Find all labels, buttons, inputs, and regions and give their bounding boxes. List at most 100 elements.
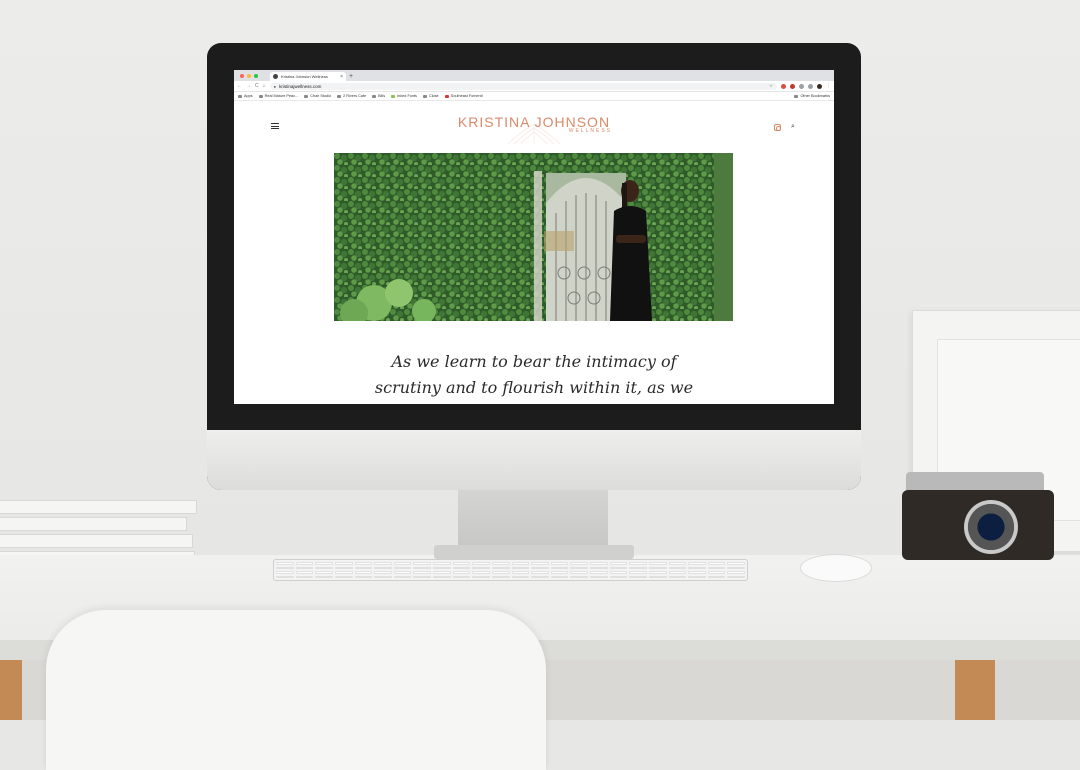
keyboard-key[interactable]	[648, 566, 667, 569]
keyboard-key[interactable]	[609, 571, 628, 574]
keyboard-key[interactable]	[374, 566, 392, 569]
keyboard-key[interactable]	[531, 562, 549, 565]
keyboard-key[interactable]	[354, 575, 373, 578]
keyboard-key[interactable]	[629, 575, 647, 578]
keyboard-key[interactable]	[295, 571, 314, 574]
keyboard-key[interactable]	[609, 566, 628, 569]
keyboard-key[interactable]	[707, 571, 726, 574]
bookmark-item[interactable]: Southeast Fomentl	[444, 94, 483, 98]
keyboard-key[interactable]	[727, 575, 745, 578]
keyboard-key[interactable]	[393, 571, 412, 574]
extension-icon[interactable]	[799, 83, 804, 89]
back-button[interactable]: ←	[237, 83, 242, 89]
keyboard-key[interactable]	[727, 566, 745, 569]
browser-menu-icon[interactable]: ⋮	[826, 83, 831, 89]
new-tab-button[interactable]: +	[349, 72, 353, 81]
keyboard-key[interactable]	[452, 575, 471, 578]
keyboard-key[interactable]	[334, 575, 353, 578]
keyboard-key[interactable]	[707, 575, 726, 578]
keyboard-key[interactable]	[374, 575, 392, 578]
keyboard-key[interactable]	[472, 566, 490, 569]
keyboard-key[interactable]	[491, 571, 510, 574]
keyboard-key[interactable]	[727, 562, 745, 565]
keyboard-key[interactable]	[393, 566, 412, 569]
keyboard-key[interactable]	[668, 566, 687, 569]
keyboard-key[interactable]	[570, 562, 588, 565]
keyboard-key[interactable]	[570, 575, 588, 578]
bookmark-star-icon[interactable]: ☆	[769, 83, 773, 89]
keyboard-key[interactable]	[688, 566, 706, 569]
keyboard-key[interactable]	[688, 571, 706, 574]
keyboard-key[interactable]	[433, 562, 451, 565]
search-icon[interactable]: ⌕	[791, 123, 795, 131]
keyboard-key[interactable]	[315, 575, 333, 578]
keyboard-key[interactable]	[570, 571, 588, 574]
extension-icon[interactable]	[790, 83, 795, 89]
keyboard-key[interactable]	[550, 571, 569, 574]
keyboard-key[interactable]	[374, 571, 392, 574]
keyboard-key[interactable]	[648, 575, 667, 578]
keyboard-key[interactable]	[472, 571, 490, 574]
bookmark-item[interactable]: Inked Fonts	[391, 94, 417, 98]
minimize-window-button[interactable]	[247, 73, 251, 78]
keyboard-key[interactable]	[433, 575, 451, 578]
keyboard-key[interactable]	[354, 566, 373, 569]
keyboard-key[interactable]	[609, 575, 628, 578]
keyboard-key[interactable]	[491, 562, 510, 565]
extension-icon[interactable]	[808, 83, 813, 89]
keyboard-key[interactable]	[295, 575, 314, 578]
site-logo[interactable]: KRISTINA JOHNSON WELLNESS	[434, 114, 634, 144]
keyboard-key[interactable]	[315, 566, 333, 569]
keyboard-key[interactable]	[609, 562, 628, 565]
keyboard-key[interactable]	[315, 562, 333, 565]
keyboard-key[interactable]	[511, 575, 530, 578]
keyboard-key[interactable]	[629, 566, 647, 569]
address-bar[interactable]: ● kristinajwellness.com ☆	[269, 82, 777, 90]
keyboard-key[interactable]	[452, 566, 471, 569]
keyboard-key[interactable]	[334, 562, 353, 565]
keyboard-key[interactable]	[688, 575, 706, 578]
other-bookmarks[interactable]: Other Bookmarks	[794, 94, 830, 98]
keyboard-key[interactable]	[668, 571, 687, 574]
bookmark-item[interactable]: Bills	[372, 94, 385, 98]
keyboard-key[interactable]	[707, 566, 726, 569]
instagram-icon[interactable]	[774, 124, 781, 131]
keyboard-key[interactable]	[590, 566, 608, 569]
keyboard-key[interactable]	[276, 562, 294, 565]
bookmark-item[interactable]: Apps	[238, 94, 253, 98]
mouse[interactable]	[800, 554, 872, 582]
keyboard-key[interactable]	[550, 575, 569, 578]
bookmark-item[interactable]: Chair Studio	[304, 94, 331, 98]
keyboard-key[interactable]	[452, 562, 471, 565]
home-button[interactable]: ⌂	[263, 83, 266, 89]
keyboard-key[interactable]	[472, 575, 490, 578]
keyboard-key[interactable]	[629, 562, 647, 565]
close-window-button[interactable]	[240, 73, 244, 78]
keyboard-key[interactable]	[511, 571, 530, 574]
keyboard-key[interactable]	[413, 562, 431, 565]
keyboard-key[interactable]	[590, 562, 608, 565]
hamburger-menu-icon[interactable]	[271, 123, 279, 129]
keyboard-key[interactable]	[393, 575, 412, 578]
keyboard-key[interactable]	[413, 571, 431, 574]
keyboard-key[interactable]	[590, 575, 608, 578]
tab-close-icon[interactable]: ×	[340, 74, 343, 80]
keyboard-key[interactable]	[491, 575, 510, 578]
keyboard-key[interactable]	[648, 562, 667, 565]
keyboard-key[interactable]	[374, 562, 392, 565]
keyboard-key[interactable]	[688, 562, 706, 565]
keyboard-key[interactable]	[452, 571, 471, 574]
bookmark-item[interactable]: Real Mature Peac...	[258, 94, 298, 98]
keyboard-key[interactable]	[413, 575, 431, 578]
keyboard-key[interactable]	[668, 575, 687, 578]
keyboard-key[interactable]	[590, 571, 608, 574]
forward-button[interactable]: →	[246, 83, 251, 89]
keyboard-key[interactable]	[550, 562, 569, 565]
keyboard-key[interactable]	[334, 571, 353, 574]
keyboard-key[interactable]	[315, 571, 333, 574]
keyboard[interactable]	[273, 559, 748, 581]
keyboard-key[interactable]	[550, 566, 569, 569]
browser-tab[interactable]: Kristina Johnson Wellness ×	[270, 72, 346, 81]
keyboard-key[interactable]	[629, 571, 647, 574]
keyboard-key[interactable]	[276, 575, 294, 578]
